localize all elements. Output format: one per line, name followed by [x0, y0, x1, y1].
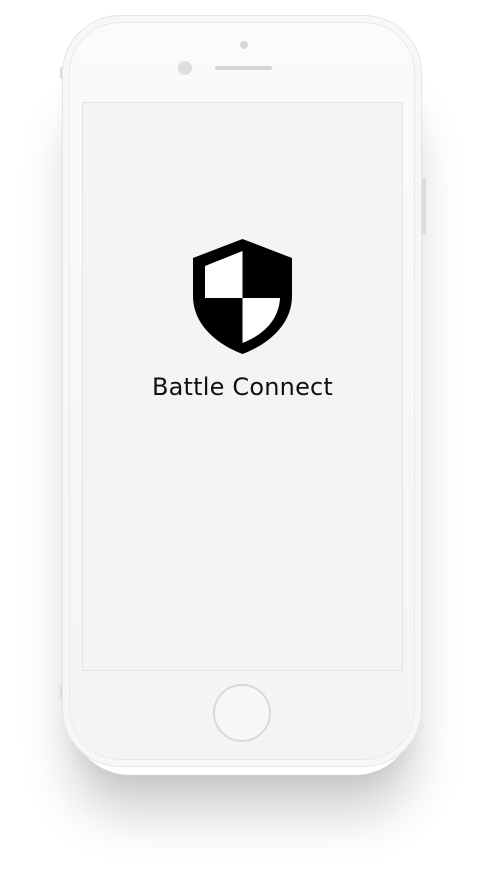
shield-icon — [193, 239, 292, 354]
camera-icon — [240, 41, 248, 49]
stage: Battle Connect — [0, 0, 485, 871]
sensor-icon — [178, 61, 192, 75]
app-screen: Battle Connect — [82, 102, 403, 671]
side-button[interactable] — [422, 178, 426, 234]
speaker-grille — [215, 66, 272, 70]
home-button[interactable] — [213, 684, 271, 742]
app-title: Battle Connect — [151, 373, 334, 401]
